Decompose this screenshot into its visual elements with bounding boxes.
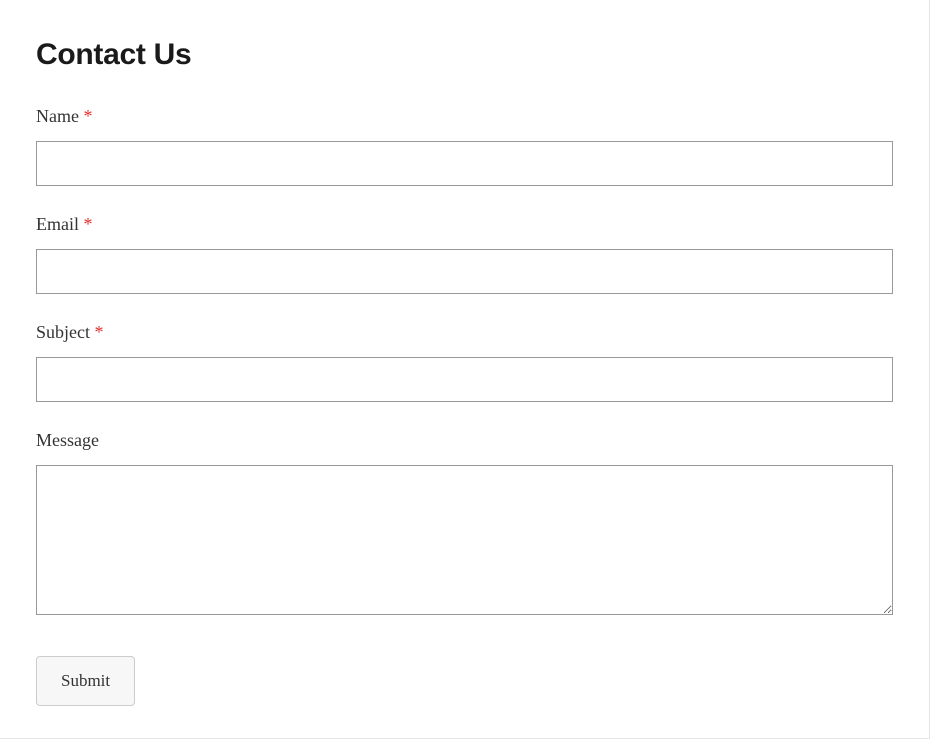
subject-label: Subject * [36, 322, 893, 343]
name-label-text: Name [36, 106, 79, 126]
subject-input[interactable] [36, 357, 893, 402]
message-label: Message [36, 430, 893, 451]
subject-field-group: Subject * [36, 322, 893, 402]
contact-form-container: Contact Us Name * Email * Subject * Mess… [0, 0, 930, 739]
message-label-text: Message [36, 430, 99, 450]
name-label: Name * [36, 106, 893, 127]
subject-required-marker: * [95, 322, 104, 342]
email-input[interactable] [36, 249, 893, 294]
email-field-group: Email * [36, 214, 893, 294]
page-title: Contact Us [36, 38, 893, 72]
email-label-text: Email [36, 214, 79, 234]
email-label: Email * [36, 214, 893, 235]
submit-button[interactable]: Submit [36, 656, 135, 706]
name-input[interactable] [36, 141, 893, 186]
subject-label-text: Subject [36, 322, 90, 342]
email-required-marker: * [84, 214, 93, 234]
name-required-marker: * [83, 106, 92, 126]
message-input[interactable] [36, 465, 893, 615]
name-field-group: Name * [36, 106, 893, 186]
message-field-group: Message [36, 430, 893, 620]
